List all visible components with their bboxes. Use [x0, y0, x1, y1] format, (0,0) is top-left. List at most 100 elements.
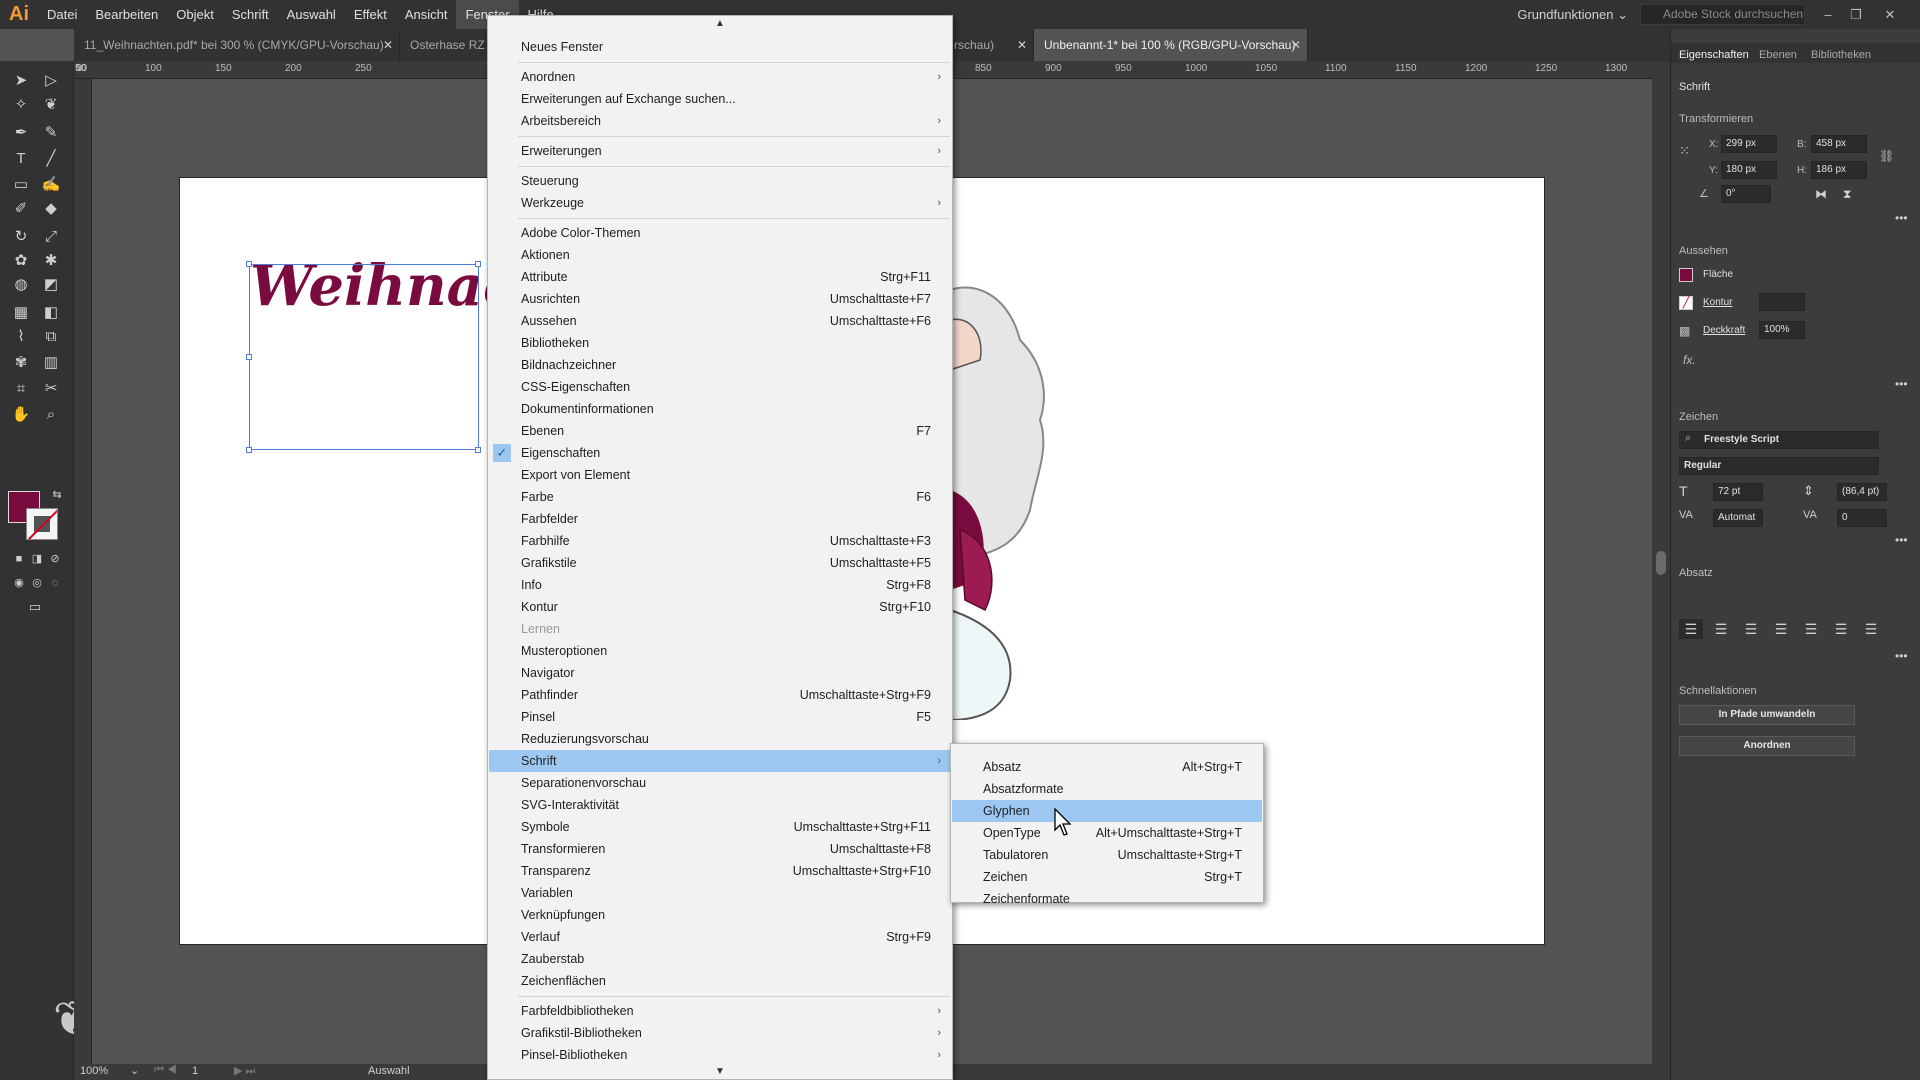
workspace-switcher[interactable]: Grundfunktionen ⌄: [1517, 0, 1628, 29]
eraser-icon[interactable]: ◆: [38, 197, 64, 221]
menu-item-symbole[interactable]: Symbole Umschalttaste+Strg+F11: [489, 816, 951, 838]
menu-item-anordnen[interactable]: Anordnen ›: [489, 66, 951, 88]
submenu-item-tabulatoren[interactable]: Tabulatoren Umschalttaste+Strg+T: [952, 844, 1262, 866]
menu-item-erweiterungen[interactable]: Erweiterungen ›: [489, 140, 951, 162]
submenu-item-absatz[interactable]: Absatz Alt+Strg+T: [952, 756, 1262, 778]
menu-item-bibliotheken[interactable]: Bibliotheken: [489, 332, 951, 354]
zoom-tool-icon[interactable]: ⌕: [38, 403, 64, 427]
scale-tool-icon[interactable]: ⤢: [38, 225, 64, 249]
menu-item-transformieren[interactable]: Transformieren Umschalttaste+F8: [489, 838, 951, 860]
tab-osterhase[interactable]: Osterhase RZ A: [400, 29, 490, 61]
artboard-tool-icon[interactable]: ⌗: [8, 377, 34, 401]
graph-tool-icon[interactable]: ▥: [38, 351, 64, 375]
santa-illustration[interactable]: [940, 280, 1060, 720]
curvature-tool-icon[interactable]: ✎: [38, 121, 64, 145]
menu-item-css-eigenschaften[interactable]: CSS-Eigenschaften: [489, 376, 951, 398]
angle-input[interactable]: 0°: [1721, 185, 1771, 203]
menu-item-zeichenflächen[interactable]: Zeichenflächen: [489, 970, 951, 992]
draw-inside-icon[interactable]: ◌: [42, 571, 68, 595]
magic-wand-icon[interactable]: ✧: [8, 93, 34, 117]
type-tool-icon[interactable]: T: [8, 147, 34, 171]
menu-item-grafikstile[interactable]: Grafikstile Umschalttaste+F5: [489, 552, 951, 574]
submenu-item-zeichen[interactable]: Zeichen Strg+T: [952, 866, 1262, 888]
selection-handle[interactable]: [475, 447, 481, 453]
stock-search-input[interactable]: Adobe Stock durchsuchen: [1640, 4, 1805, 25]
menu-item-svg-interaktivität[interactable]: SVG-Interaktivität: [489, 794, 951, 816]
align-left-icon[interactable]: ☰: [1679, 619, 1703, 639]
lasso-icon[interactable]: ❦: [38, 93, 64, 117]
menu-item-musteroptionen[interactable]: Musteroptionen: [489, 640, 951, 662]
constrain-proportions-icon[interactable]: ⛓: [1879, 149, 1894, 163]
justify-center-icon[interactable]: ☰: [1799, 619, 1823, 639]
tab-weihnachten[interactable]: 11_Weihnachten.pdf* bei 300 % (CMYK/GPU-…: [74, 29, 400, 61]
text-selection-box[interactable]: [249, 264, 479, 450]
more-options-icon[interactable]: •••: [1895, 211, 1908, 225]
fill-swatch-small[interactable]: [1679, 268, 1693, 282]
rectangle-tool-icon[interactable]: ▭: [8, 173, 34, 197]
minimize-icon[interactable]: –: [1814, 0, 1842, 29]
opacity-label[interactable]: Deckkraft: [1703, 325, 1745, 336]
menu-item-schrift[interactable]: Schrift ›: [489, 750, 951, 772]
menu-item-verlauf[interactable]: Verlauf Strg+F9: [489, 926, 951, 948]
submenu-item-absatzformate[interactable]: Absatzformate: [952, 778, 1262, 800]
puppet-warp-icon[interactable]: ✱: [38, 249, 64, 273]
vertical-scrollbar[interactable]: [1652, 61, 1670, 1080]
slice-tool-icon[interactable]: ✂: [38, 377, 64, 401]
flip-horizontal-icon[interactable]: ⧓: [1815, 187, 1827, 201]
shape-builder-icon[interactable]: ◍: [8, 273, 34, 297]
align-center-icon[interactable]: ☰: [1709, 619, 1733, 639]
menu-item-aktionen[interactable]: Aktionen: [489, 244, 951, 266]
none-mode-icon[interactable]: ⊘: [42, 547, 68, 571]
menu-item-bildnachzeichner[interactable]: Bildnachzeichner: [489, 354, 951, 376]
rotate-tool-icon[interactable]: ↻: [8, 225, 34, 249]
stroke-swatch-small[interactable]: ╱: [1679, 296, 1693, 310]
menu-item-werkzeuge[interactable]: Werkzeuge ›: [489, 192, 951, 214]
menu-bearbeiten[interactable]: Bearbeiten: [86, 0, 167, 29]
menu-item-transparenz[interactable]: Transparenz Umschalttaste+Strg+F10: [489, 860, 951, 882]
selection-handle[interactable]: [475, 261, 481, 267]
menu-item-aussehen[interactable]: Aussehen Umschalttaste+F6: [489, 310, 951, 332]
x-input[interactable]: 299 px: [1721, 135, 1777, 153]
stroke-weight-input[interactable]: [1759, 293, 1805, 311]
menu-item-pinsel-bibliotheken[interactable]: Pinsel-Bibliotheken ›: [489, 1044, 951, 1066]
flip-vertical-icon[interactable]: ⧗: [1843, 187, 1851, 202]
justify-left-icon[interactable]: ☰: [1769, 619, 1793, 639]
more-options-icon[interactable]: •••: [1895, 649, 1908, 663]
more-options-icon[interactable]: •••: [1895, 377, 1908, 391]
menu-objekt[interactable]: Objekt: [167, 0, 223, 29]
opacity-input[interactable]: 100%: [1759, 321, 1805, 339]
font-style-select[interactable]: Regular: [1679, 457, 1879, 475]
selection-handle[interactable]: [246, 354, 252, 360]
restore-icon[interactable]: ❐: [1842, 0, 1870, 29]
selection-handle[interactable]: [246, 261, 252, 267]
selection-tool-icon[interactable]: ➤: [8, 69, 34, 93]
zoom-level[interactable]: 100%: [80, 1065, 108, 1077]
eyedropper-icon[interactable]: ⌇: [8, 325, 34, 349]
menu-item-reduzierungsvorschau[interactable]: Reduzierungsvorschau: [489, 728, 951, 750]
tab-hidden[interactable]: rschau) ✕: [952, 29, 1034, 61]
blend-tool-icon[interactable]: ⧉: [38, 325, 64, 349]
menu-item-ausrichten[interactable]: Ausrichten Umschalttaste+F7: [489, 288, 951, 310]
screen-mode-icon[interactable]: ▭: [22, 595, 48, 619]
shaper-tool-icon[interactable]: ✐: [8, 197, 34, 221]
tab-unbenannt[interactable]: Unbenannt-1* bei 100 % (RGB/GPU-Vorschau…: [1034, 29, 1308, 61]
w-input[interactable]: 458 px: [1811, 135, 1867, 153]
font-family-select[interactable]: Freestyle Script: [1679, 431, 1879, 449]
pen-tool-icon[interactable]: ✒: [8, 121, 34, 145]
create-outlines-button[interactable]: In Pfade umwandeln: [1679, 705, 1855, 725]
tab-ebenen[interactable]: Ebenen: [1759, 49, 1797, 61]
tab-bibliotheken[interactable]: Bibliotheken: [1811, 49, 1871, 61]
font-size-input[interactable]: 72 pt: [1713, 483, 1763, 501]
close-icon[interactable]: ✕: [383, 29, 393, 61]
warp-tool-icon[interactable]: ✿: [8, 249, 34, 273]
close-window-icon[interactable]: ✕: [1876, 0, 1904, 29]
first-page-icon[interactable]: ⏮ ◀: [154, 1064, 177, 1077]
menu-ansicht[interactable]: Ansicht: [396, 0, 457, 29]
kerning-input[interactable]: Automat: [1713, 509, 1763, 527]
next-page-icon[interactable]: ▶ ⏭: [234, 1064, 255, 1078]
menu-item-dokumentinformationen[interactable]: Dokumentinformationen: [489, 398, 951, 420]
menu-item-farbhilfe[interactable]: Farbhilfe Umschalttaste+F3: [489, 530, 951, 552]
gradient-tool-icon[interactable]: ◧: [38, 301, 64, 325]
menu-item-info[interactable]: Info Strg+F8: [489, 574, 951, 596]
menu-item-adobe-color-themen[interactable]: Adobe Color-Themen: [489, 222, 951, 244]
